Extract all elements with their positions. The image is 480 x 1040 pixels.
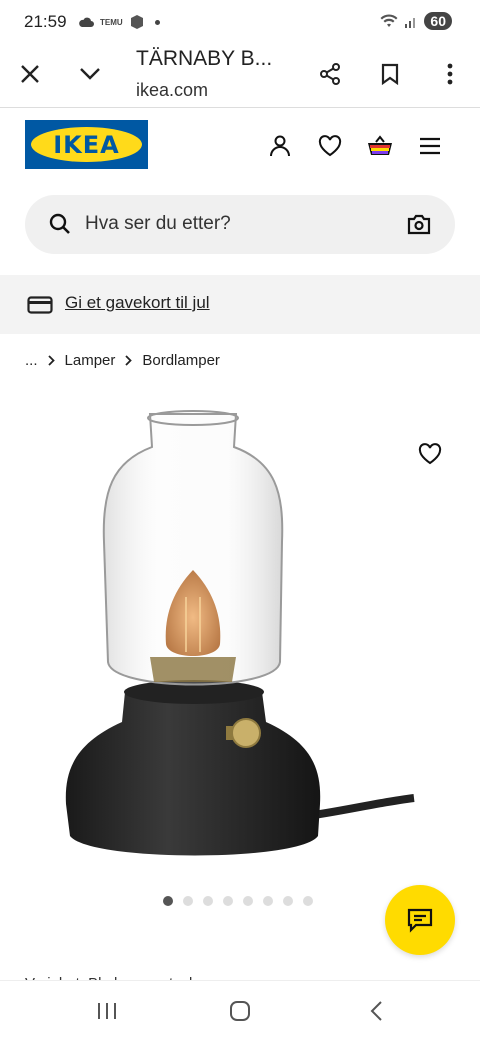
back-arrow-icon xyxy=(370,1001,382,1021)
close-tab-button[interactable] xyxy=(14,58,46,90)
logo-text: IKEA xyxy=(31,127,142,162)
carousel-dot[interactable] xyxy=(303,896,313,906)
status-bar: 21:59 TEMU 60 xyxy=(0,0,480,44)
system-navigation-bar xyxy=(0,980,480,1040)
heart-icon xyxy=(418,443,442,465)
chevron-down-icon xyxy=(80,68,100,80)
close-icon xyxy=(21,65,39,83)
temu-icon: TEMU xyxy=(100,17,123,27)
product-image[interactable] xyxy=(0,392,480,872)
notification-dot-icon xyxy=(154,19,160,25)
breadcrumb-item-lamper[interactable]: Lamper xyxy=(65,352,116,369)
status-time: 21:59 xyxy=(24,12,67,31)
carousel-dot[interactable] xyxy=(263,896,273,906)
signal-icon xyxy=(405,18,416,28)
search-bar[interactable]: Hva ser du etter? xyxy=(25,195,455,254)
carousel-dot[interactable] xyxy=(283,896,293,906)
image-carousel-indicator xyxy=(163,896,313,906)
bookmark-icon xyxy=(381,63,399,85)
page-title: TÄRNABY B... xyxy=(136,47,273,70)
share-icon xyxy=(320,63,340,85)
home-circle-icon xyxy=(230,1001,250,1021)
favourites-button[interactable] xyxy=(316,132,344,160)
carousel-dot[interactable] xyxy=(243,896,253,906)
hamburger-menu-icon xyxy=(420,137,440,155)
user-icon xyxy=(270,135,290,157)
gift-card-banner[interactable]: Gi et gavekort til jul xyxy=(0,275,480,334)
breadcrumb-ellipsis[interactable]: ... xyxy=(25,352,38,369)
carousel-dot[interactable] xyxy=(163,896,173,906)
battery-icon: 60 xyxy=(424,12,452,30)
cart-button[interactable] xyxy=(366,132,394,160)
chat-icon xyxy=(407,908,433,933)
home-button[interactable] xyxy=(226,997,254,1025)
browser-toolbar: TÄRNABY B... ikea.com xyxy=(0,44,480,108)
cloud-icon xyxy=(79,17,94,27)
search-input[interactable]: Hva ser du etter? xyxy=(85,213,231,235)
chevron-right-icon xyxy=(47,355,55,366)
recent-apps-button[interactable] xyxy=(93,997,121,1025)
share-button[interactable] xyxy=(314,58,346,90)
camera-icon[interactable] xyxy=(407,213,431,235)
app-cube-icon xyxy=(130,15,143,29)
recent-apps-icon xyxy=(98,1003,116,1019)
chat-button[interactable] xyxy=(385,885,455,955)
more-options-button[interactable] xyxy=(434,58,466,90)
collapse-button[interactable] xyxy=(74,58,106,90)
carousel-dot[interactable] xyxy=(203,896,213,906)
shopping-bag-icon xyxy=(368,135,392,155)
table-lamp-illustration xyxy=(65,410,415,856)
page-url[interactable]: ikea.com xyxy=(136,80,208,101)
profile-button[interactable] xyxy=(266,132,294,160)
credit-card-icon xyxy=(27,296,53,314)
add-to-favourites-button[interactable] xyxy=(414,438,446,470)
more-vertical-icon xyxy=(447,63,453,85)
breadcrumb: ... Lamper Bordlamper xyxy=(25,352,220,369)
menu-button[interactable] xyxy=(416,132,444,160)
bookmark-button[interactable] xyxy=(374,58,406,90)
back-button[interactable] xyxy=(362,997,390,1025)
carousel-dot[interactable] xyxy=(183,896,193,906)
carousel-dot[interactable] xyxy=(223,896,233,906)
gift-card-link[interactable]: Gi et gavekort til jul xyxy=(65,293,210,313)
ikea-logo[interactable]: IKEA xyxy=(25,120,148,169)
wifi-icon xyxy=(380,14,398,27)
chevron-right-icon xyxy=(125,355,133,366)
site-header: IKEA xyxy=(0,108,480,184)
breadcrumb-item-bordlamper[interactable]: Bordlamper xyxy=(142,352,220,369)
search-icon xyxy=(49,213,70,234)
heart-icon xyxy=(318,135,342,157)
